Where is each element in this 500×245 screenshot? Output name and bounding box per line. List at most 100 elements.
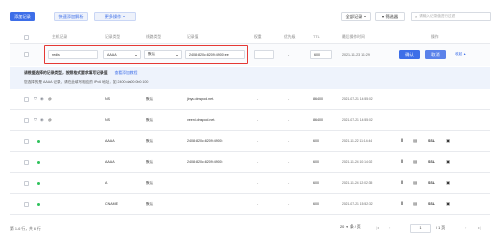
row-checkbox[interactable] xyxy=(24,117,29,123)
filter-icon: ▾ xyxy=(381,14,384,19)
row-priority: - xyxy=(288,202,290,206)
row-ttl: 600 xyxy=(313,160,319,164)
row-ttl: 600 xyxy=(313,202,319,206)
line-type-select[interactable]: 默认 xyxy=(144,50,182,59)
more-actions-label: 更多操作 xyxy=(104,13,122,19)
more-actions-button[interactable]: 更多操作 xyxy=(94,12,136,21)
shield-icon: ⛉ xyxy=(34,116,38,122)
row-ttl: 600 xyxy=(313,181,319,185)
row-checkbox[interactable] xyxy=(24,52,29,57)
row-value: veeni.dnspod.net. xyxy=(187,118,216,122)
row-line: 默认 xyxy=(146,181,154,185)
current-page-input[interactable]: 1 xyxy=(410,223,431,233)
filter-label: 筛选器 xyxy=(385,13,399,19)
header-ttl: TTL xyxy=(313,35,320,39)
chevron-down-icon xyxy=(176,54,178,56)
row-time: 2021-07-21 14:55:02 xyxy=(342,118,373,122)
notes-icon[interactable]: ▤ xyxy=(413,201,417,206)
quick-add-resolve-button[interactable]: 快速添加解析 xyxy=(54,12,88,21)
notice-title: 请根据选择的记录类型，按照格式要求填写记录值 查看添加教程 xyxy=(24,71,137,76)
header-line: 线路类型 xyxy=(146,35,162,39)
divider xyxy=(10,193,490,194)
delete-icon[interactable]: ▣ xyxy=(446,159,450,164)
row-type: NS xyxy=(105,97,110,101)
filter-button[interactable]: ▾ 筛选器 xyxy=(375,12,405,21)
status-dot xyxy=(37,139,40,143)
row-checkbox[interactable] xyxy=(24,180,29,186)
row-weight: - xyxy=(257,118,259,122)
header-weight: 权重 xyxy=(254,35,262,39)
status-dot xyxy=(37,202,40,206)
notes-icon[interactable]: ▤ xyxy=(413,159,417,164)
row-line: 默认 xyxy=(146,202,154,206)
eye-icon[interactable]: ◉ xyxy=(40,117,44,122)
row-checkbox[interactable] xyxy=(24,159,29,165)
pause-icon[interactable]: ǁ xyxy=(401,138,403,143)
record-type-select[interactable]: AAAA xyxy=(103,50,141,59)
ssl-button[interactable]: SSL xyxy=(428,181,435,185)
ssl-button[interactable]: SSL xyxy=(428,139,435,143)
header-value: 记录值 xyxy=(187,35,199,39)
search-icon: ⌕ xyxy=(415,14,418,19)
delete-icon[interactable]: ▣ xyxy=(446,180,450,185)
record-value-input[interactable]: 2408:820c:8209:4900:ee xyxy=(185,50,245,59)
delete-icon[interactable]: ▣ xyxy=(446,201,450,206)
row-time: 2021-07-21 14:55:02 xyxy=(342,97,373,101)
pause-icon[interactable]: ǁ xyxy=(401,180,403,185)
row-checkbox[interactable] xyxy=(24,138,29,144)
all-records-dropdown[interactable]: 全部记录 xyxy=(341,12,371,21)
host-input[interactable]: redis xyxy=(48,50,98,59)
row-value: 2408:820c:8209:4900: xyxy=(187,160,223,164)
tutorial-link[interactable]: 查看添加教程 xyxy=(115,71,138,75)
delete-icon[interactable]: ▣ xyxy=(446,138,450,143)
row-weight: - xyxy=(257,139,259,143)
collapse-link[interactable]: 收起 ▴ xyxy=(455,52,466,57)
search-box[interactable]: ⌕ 请输入记录值进行过滤 xyxy=(411,12,491,21)
row-time: 2021-07-21 15:52:32 xyxy=(342,202,373,206)
chevron-down-icon: ▾ xyxy=(346,225,348,229)
chevron-up-icon: ▴ xyxy=(463,52,466,56)
pause-icon[interactable]: ǁ xyxy=(401,159,403,164)
notes-icon[interactable]: ▤ xyxy=(413,180,417,185)
add-record-button[interactable]: 添加记录 xyxy=(10,12,35,21)
row-weight: - xyxy=(257,160,259,164)
row-priority: - xyxy=(288,139,290,143)
ssl-button[interactable]: SSL xyxy=(428,160,435,164)
notes-icon[interactable]: ▤ xyxy=(413,138,417,143)
row-ttl: 86400 xyxy=(313,118,323,122)
weight-input[interactable] xyxy=(254,50,274,59)
header-type: 记录类型 xyxy=(105,35,121,39)
prev-page-icon[interactable]: ‹ xyxy=(389,225,390,230)
row-type: A xyxy=(105,181,108,185)
header-actions: 操作 xyxy=(431,35,439,39)
row-priority: - xyxy=(288,97,290,101)
select-all-checkbox[interactable] xyxy=(24,35,29,40)
status-dot xyxy=(37,160,40,164)
pause-icon[interactable]: ǁ xyxy=(401,201,403,206)
row-value: 2408:820c:8209:4900: xyxy=(187,139,223,143)
eye-icon[interactable]: ◉ xyxy=(40,96,44,101)
page-size-select[interactable]: 20 ▾ 条 / 页 xyxy=(340,225,361,230)
header-priority: 优先级 xyxy=(284,35,296,39)
row-weight: - xyxy=(257,202,259,206)
ssl-button[interactable]: SSL xyxy=(428,202,435,206)
row-line: 默认 xyxy=(146,118,154,122)
next-page-icon[interactable]: › xyxy=(465,225,466,230)
cancel-button[interactable]: 取消 xyxy=(425,50,446,59)
divider xyxy=(10,214,490,215)
header-last-op-time: 最后操作时间 xyxy=(342,35,365,39)
row-checkbox[interactable] xyxy=(24,96,29,102)
last-page-icon[interactable]: ▸| xyxy=(478,225,481,230)
pagination-summary: 第 1-6 行，共 6 行 xyxy=(10,227,41,231)
row-type: AAAA xyxy=(105,160,115,164)
row-line: 默认 xyxy=(146,97,154,101)
row-checkbox[interactable] xyxy=(24,201,29,207)
row-weight: - xyxy=(257,97,259,101)
divider xyxy=(10,172,490,173)
first-page-icon[interactable]: |◂ xyxy=(376,225,379,230)
chevron-down-icon xyxy=(123,16,126,17)
record-type-value: AAAA xyxy=(107,52,117,57)
ttl-input[interactable]: 600 xyxy=(310,50,332,59)
page-size-value: 20 xyxy=(340,225,345,229)
confirm-button[interactable]: 确认 xyxy=(399,50,420,59)
